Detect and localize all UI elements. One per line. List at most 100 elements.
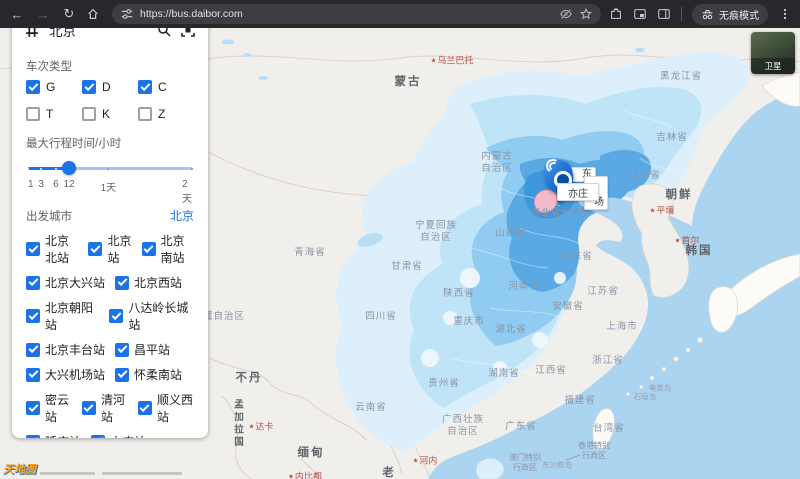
station-北京西站[interactable]: 北京西站 — [115, 274, 182, 291]
station-row: 北京北站 北京站 北京南站 — [26, 232, 194, 266]
station-延庆站[interactable]: 延庆站 — [26, 433, 81, 438]
checkbox-label: 清河站 — [100, 393, 125, 424]
checkbox-label: 北京站 — [107, 234, 132, 265]
checkbox[interactable] — [137, 401, 152, 415]
attribution-text-blur — [102, 472, 182, 475]
home-icon — [88, 8, 98, 19]
checkbox-label: G — [46, 80, 56, 94]
train-type-G[interactable]: G — [26, 80, 82, 94]
slider-tick-label: 1天 — [100, 183, 117, 194]
incognito-glasses-icon — [702, 9, 713, 19]
checkbox-label: 怀柔南站 — [134, 368, 183, 382]
side-panel-icon[interactable] — [657, 7, 671, 21]
checkbox-label: 八达岭长城站 — [128, 301, 189, 332]
checkbox[interactable] — [26, 275, 40, 290]
checkbox[interactable] — [26, 242, 40, 256]
checkbox[interactable] — [26, 434, 40, 438]
kebab-menu-icon[interactable] — [778, 7, 792, 21]
filter-panel: 北京 车次类型 GDCTKZ 最大行程时间/小时 1 3 6 12 1天 2天 出发城市 … — [12, 8, 208, 438]
checkbox[interactable] — [141, 242, 156, 256]
checkbox-label: 亦庄站 — [110, 433, 146, 438]
checkbox[interactable] — [91, 434, 106, 438]
station-北京南站[interactable]: 北京南站 — [141, 232, 194, 266]
departure-city-link[interactable]: 北京 — [170, 207, 194, 224]
station-北京站[interactable]: 北京站 — [88, 232, 131, 266]
train-type-label: 车次类型 — [26, 61, 72, 73]
bookmark-star-icon[interactable] — [579, 7, 593, 21]
slider-tick-dot — [54, 167, 57, 170]
station-大兴机场站[interactable]: 大兴机场站 — [26, 366, 105, 383]
station-北京朝阳站[interactable]: 北京朝阳站 — [26, 299, 99, 333]
checkbox-label: K — [102, 107, 111, 121]
checkbox[interactable] — [26, 309, 40, 323]
extension-icon[interactable] — [609, 7, 623, 21]
slider-tick-label: 12 — [63, 179, 75, 190]
station-清河站[interactable]: 清河站 — [81, 391, 128, 425]
checkbox[interactable] — [115, 342, 130, 357]
checkbox-label: D — [102, 80, 111, 94]
checkbox[interactable] — [26, 80, 40, 94]
forward-button[interactable]: → — [34, 7, 52, 22]
toolbar-separator — [681, 7, 682, 21]
station-北京丰台站[interactable]: 北京丰台站 — [26, 341, 105, 358]
slider-tick-label: 3 — [38, 179, 44, 190]
station-row: 北京丰台站 昌平站 — [26, 341, 194, 358]
marker-station-label-chip[interactable]: 亦庄 — [557, 183, 599, 201]
station-row: 大兴机场站 怀柔南站 — [26, 366, 194, 383]
satellite-toggle[interactable]: 卫星 — [751, 32, 795, 74]
checkbox[interactable] — [26, 107, 40, 121]
checkbox-label: 昌平站 — [134, 343, 171, 357]
checkbox[interactable] — [81, 401, 96, 415]
checkbox[interactable] — [26, 342, 40, 357]
train-type-K[interactable]: K — [82, 107, 138, 121]
checkbox[interactable] — [26, 367, 40, 382]
reload-button[interactable]: ↻ — [60, 6, 78, 22]
slider-tick-dot — [191, 167, 193, 170]
checkbox[interactable] — [138, 80, 152, 94]
checkbox[interactable] — [115, 367, 130, 382]
slider-tick-dot — [40, 167, 43, 170]
station-密云站[interactable]: 密云站 — [26, 391, 72, 425]
station-顺义西站[interactable]: 顺义西站 — [137, 391, 194, 425]
home-button[interactable] — [86, 7, 104, 21]
map-attribution-logo: 天地图 — [3, 464, 36, 476]
station-亦庄站[interactable]: 亦庄站 — [91, 433, 146, 438]
checkbox-label: T — [46, 107, 54, 121]
picture-in-picture-icon[interactable] — [633, 7, 647, 21]
train-type-C[interactable]: C — [138, 80, 194, 94]
slider-handle[interactable] — [62, 161, 76, 175]
back-button[interactable]: ← — [8, 7, 26, 22]
station-怀柔南站[interactable]: 怀柔南站 — [115, 366, 182, 383]
station-row: 北京朝阳站 八达岭长城站 — [26, 299, 194, 333]
checkbox[interactable] — [82, 80, 96, 94]
checkbox[interactable] — [109, 309, 124, 323]
station-八达岭长城站[interactable]: 八达岭长城站 — [109, 299, 194, 333]
checkbox-label: 大兴机场站 — [45, 368, 106, 382]
train-type-Z[interactable]: Z — [138, 107, 194, 121]
train-type-T[interactable]: T — [26, 107, 82, 121]
checkbox[interactable] — [88, 242, 103, 256]
browser-toolbar: ← → ↻ https://bus.daibor.com 无痕模式 — [0, 0, 800, 28]
station-北京大兴站[interactable]: 北京大兴站 — [26, 274, 105, 291]
departure-label: 出发城市 — [26, 210, 72, 223]
address-bar[interactable]: https://bus.daibor.com — [112, 4, 601, 24]
checkbox[interactable] — [138, 107, 152, 121]
checkbox[interactable] — [115, 275, 130, 290]
duration-slider[interactable] — [27, 161, 193, 175]
station-昌平站[interactable]: 昌平站 — [115, 341, 170, 358]
checkbox[interactable] — [82, 107, 96, 121]
eye-off-icon[interactable] — [559, 7, 573, 21]
incognito-badge[interactable]: 无痕模式 — [692, 3, 768, 25]
station-北京北站[interactable]: 北京北站 — [26, 232, 78, 266]
site-info-icon[interactable] — [120, 7, 134, 21]
station-row: 北京大兴站 北京西站 — [26, 274, 194, 291]
train-type-D[interactable]: D — [82, 80, 138, 94]
checkbox-label: 北京丰台站 — [45, 343, 106, 357]
checkbox-label: 顺义西站 — [156, 393, 193, 424]
slider-tick-label: 2天 — [182, 179, 192, 205]
checkbox-label: 北京西站 — [134, 276, 183, 290]
station-row: 密云站 清河站 顺义西站 — [26, 391, 194, 425]
satellite-label: 卫星 — [751, 58, 795, 74]
checkbox[interactable] — [26, 401, 40, 415]
checkbox-label: Z — [158, 107, 166, 121]
